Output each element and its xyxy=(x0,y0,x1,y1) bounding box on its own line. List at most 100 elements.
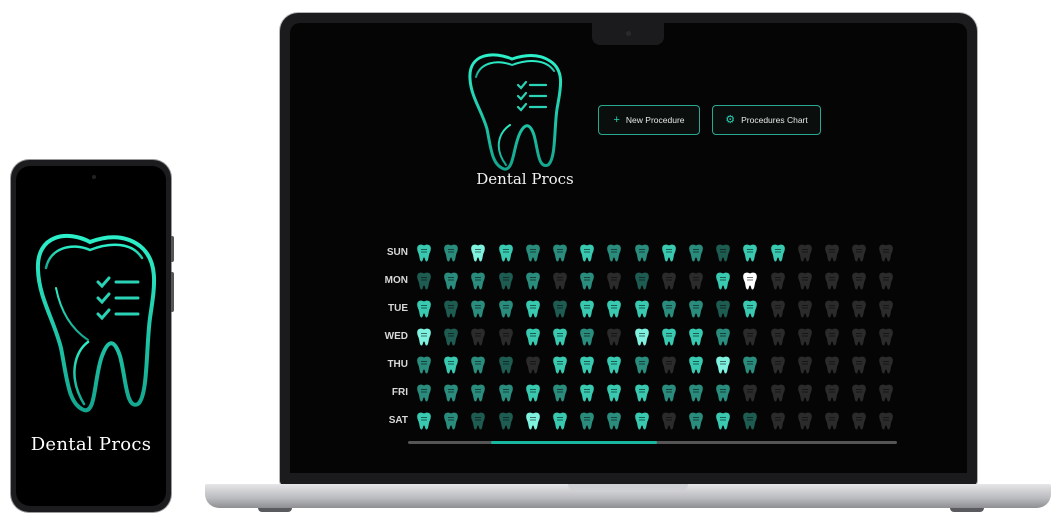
tooth-day-cell[interactable] xyxy=(741,271,759,291)
tooth-day-cell[interactable] xyxy=(633,355,651,375)
tooth-day-cell[interactable] xyxy=(578,383,596,403)
scrollbar-thumb[interactable] xyxy=(491,441,658,444)
tooth-day-cell[interactable] xyxy=(823,271,841,291)
tooth-day-cell[interactable] xyxy=(687,355,705,375)
tooth-day-cell[interactable] xyxy=(850,411,868,431)
procedures-chart-button[interactable]: ⚙ Procedures Chart xyxy=(712,105,821,135)
tooth-day-cell[interactable] xyxy=(605,327,623,347)
tooth-day-cell[interactable] xyxy=(850,299,868,319)
tooth-day-cell[interactable] xyxy=(469,327,487,347)
tooth-day-cell[interactable] xyxy=(578,411,596,431)
tooth-day-cell[interactable] xyxy=(633,299,651,319)
tooth-day-cell[interactable] xyxy=(660,383,678,403)
tooth-day-cell[interactable] xyxy=(415,411,433,431)
tooth-day-cell[interactable] xyxy=(769,243,787,263)
tooth-day-cell[interactable] xyxy=(714,299,732,319)
tooth-day-cell[interactable] xyxy=(714,355,732,375)
tooth-day-cell[interactable] xyxy=(741,327,759,347)
tooth-day-cell[interactable] xyxy=(497,383,515,403)
tooth-day-cell[interactable] xyxy=(687,411,705,431)
tooth-day-cell[interactable] xyxy=(850,243,868,263)
tooth-day-cell[interactable] xyxy=(877,243,895,263)
tooth-day-cell[interactable] xyxy=(633,271,651,291)
tooth-day-cell[interactable] xyxy=(850,327,868,347)
horizontal-scrollbar[interactable] xyxy=(408,441,897,444)
tooth-day-cell[interactable] xyxy=(769,355,787,375)
tooth-day-cell[interactable] xyxy=(769,383,787,403)
tooth-day-cell[interactable] xyxy=(605,271,623,291)
tooth-day-cell[interactable] xyxy=(796,243,814,263)
tooth-day-cell[interactable] xyxy=(796,411,814,431)
tooth-day-cell[interactable] xyxy=(633,327,651,347)
tooth-day-cell[interactable] xyxy=(687,383,705,403)
tooth-day-cell[interactable] xyxy=(823,383,841,403)
tooth-day-cell[interactable] xyxy=(796,355,814,375)
tooth-day-cell[interactable] xyxy=(442,299,460,319)
tooth-day-cell[interactable] xyxy=(850,355,868,375)
tooth-day-cell[interactable] xyxy=(551,243,569,263)
tooth-day-cell[interactable] xyxy=(796,271,814,291)
tooth-day-cell[interactable] xyxy=(469,355,487,375)
tooth-day-cell[interactable] xyxy=(415,299,433,319)
tooth-day-cell[interactable] xyxy=(469,383,487,403)
tooth-day-cell[interactable] xyxy=(605,411,623,431)
tooth-day-cell[interactable] xyxy=(687,243,705,263)
tooth-day-cell[interactable] xyxy=(442,411,460,431)
tooth-day-cell[interactable] xyxy=(714,383,732,403)
tooth-day-cell[interactable] xyxy=(633,383,651,403)
tooth-day-cell[interactable] xyxy=(687,299,705,319)
tooth-day-cell[interactable] xyxy=(660,271,678,291)
tooth-day-cell[interactable] xyxy=(551,383,569,403)
tooth-day-cell[interactable] xyxy=(415,271,433,291)
tooth-day-cell[interactable] xyxy=(497,299,515,319)
tooth-day-cell[interactable] xyxy=(605,383,623,403)
tooth-day-cell[interactable] xyxy=(687,327,705,347)
tooth-day-cell[interactable] xyxy=(578,271,596,291)
tooth-day-cell[interactable] xyxy=(415,243,433,263)
tooth-day-cell[interactable] xyxy=(469,243,487,263)
tooth-day-cell[interactable] xyxy=(442,243,460,263)
tooth-day-cell[interactable] xyxy=(605,355,623,375)
tooth-day-cell[interactable] xyxy=(497,355,515,375)
tooth-day-cell[interactable] xyxy=(877,411,895,431)
tooth-day-cell[interactable] xyxy=(877,271,895,291)
tooth-day-cell[interactable] xyxy=(741,243,759,263)
new-procedure-button[interactable]: + New Procedure xyxy=(598,105,700,135)
tooth-day-cell[interactable] xyxy=(823,327,841,347)
tooth-day-cell[interactable] xyxy=(714,243,732,263)
tooth-day-cell[interactable] xyxy=(605,299,623,319)
tooth-day-cell[interactable] xyxy=(524,299,542,319)
tooth-day-cell[interactable] xyxy=(524,383,542,403)
tooth-day-cell[interactable] xyxy=(524,411,542,431)
tooth-day-cell[interactable] xyxy=(633,411,651,431)
tooth-day-cell[interactable] xyxy=(823,355,841,375)
tooth-day-cell[interactable] xyxy=(551,271,569,291)
tooth-day-cell[interactable] xyxy=(877,383,895,403)
tooth-day-cell[interactable] xyxy=(877,355,895,375)
tooth-day-cell[interactable] xyxy=(741,299,759,319)
tooth-day-cell[interactable] xyxy=(823,411,841,431)
tooth-day-cell[interactable] xyxy=(660,327,678,347)
tooth-day-cell[interactable] xyxy=(714,327,732,347)
tooth-day-cell[interactable] xyxy=(415,383,433,403)
tooth-day-cell[interactable] xyxy=(769,411,787,431)
tooth-day-cell[interactable] xyxy=(497,327,515,347)
tooth-day-cell[interactable] xyxy=(769,271,787,291)
tooth-day-cell[interactable] xyxy=(823,243,841,263)
tooth-day-cell[interactable] xyxy=(877,299,895,319)
tooth-day-cell[interactable] xyxy=(415,327,433,347)
tooth-day-cell[interactable] xyxy=(415,355,433,375)
tooth-day-cell[interactable] xyxy=(714,411,732,431)
tooth-day-cell[interactable] xyxy=(769,327,787,347)
tooth-day-cell[interactable] xyxy=(524,355,542,375)
tooth-day-cell[interactable] xyxy=(714,271,732,291)
tooth-day-cell[interactable] xyxy=(578,327,596,347)
tooth-day-cell[interactable] xyxy=(796,299,814,319)
tooth-day-cell[interactable] xyxy=(551,411,569,431)
tooth-day-cell[interactable] xyxy=(741,355,759,375)
tooth-day-cell[interactable] xyxy=(796,327,814,347)
tooth-day-cell[interactable] xyxy=(850,383,868,403)
tooth-day-cell[interactable] xyxy=(497,411,515,431)
tooth-day-cell[interactable] xyxy=(442,327,460,347)
tooth-day-cell[interactable] xyxy=(769,299,787,319)
